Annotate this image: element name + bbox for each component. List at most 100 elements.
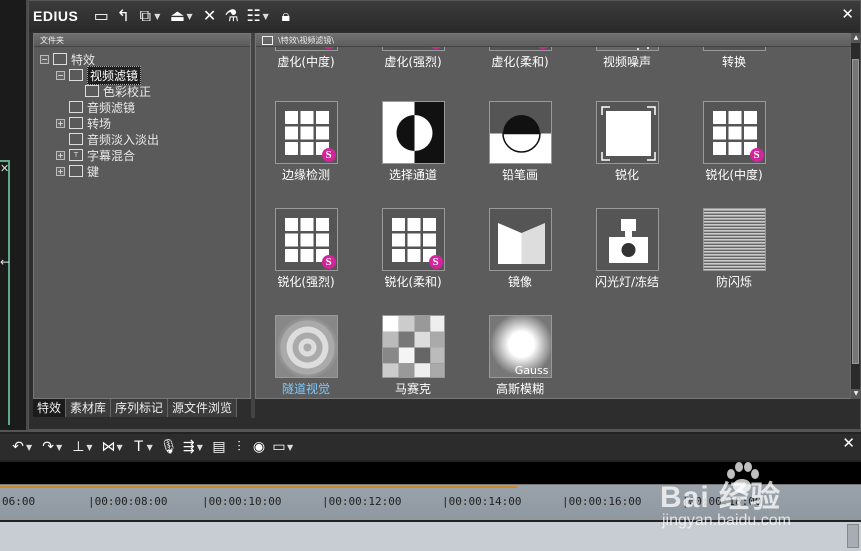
effect-thumbnail[interactable]: S — [381, 208, 445, 271]
tree-item[interactable]: + 键 — [56, 163, 99, 179]
effect-label: 转换 — [721, 55, 746, 69]
effect-label: 虚化(柔和) — [491, 55, 549, 69]
effect-item[interactable]: S 锐化(强烈) — [256, 208, 356, 290]
effect-label: 视频噪声 — [602, 55, 651, 69]
view-mode-icon[interactable]: ☷ — [243, 1, 265, 31]
effect-label: 铅笔画 — [501, 168, 538, 182]
chevron-down-icon[interactable]: ▼ — [26, 443, 32, 452]
baidu-watermark: Bai 经验 jingyan.baidu.com — [660, 460, 850, 540]
effect-item[interactable]: 隧道视觉 — [256, 315, 356, 397]
effect-label: 锐化(强烈) — [277, 275, 335, 289]
add-to-timeline-icon[interactable]: ⏏ — [166, 1, 188, 31]
chevron-down-icon[interactable]: ▼ — [263, 12, 269, 21]
effect-thumbnail[interactable]: Gauss — [488, 315, 552, 378]
tree-item[interactable]: 音频滤镜 — [56, 99, 135, 115]
render-icon[interactable]: ⇶ — [179, 434, 199, 460]
effect-item[interactable]: 防闪烁 — [684, 208, 784, 290]
effect-thumbnail[interactable] — [488, 208, 552, 271]
folder-tree-pane: 文件夹 − 特效 − 视频滤镜 色彩校正 音频滤镜 + 转场 音频淡入淡出 + T 字幕混合 + 键 — [33, 33, 251, 399]
title-icon[interactable]: T — [129, 434, 149, 460]
arrow-left-icon[interactable]: ← — [0, 255, 10, 269]
mixer-icon[interactable]: ⫶ — [229, 434, 249, 460]
effect-item[interactable]: 马赛克 — [363, 315, 463, 397]
effect-item[interactable]: 锐化 — [577, 101, 677, 183]
effect-item[interactable]: 镜像 — [470, 208, 570, 290]
collapse-icon[interactable]: − — [56, 70, 65, 80]
effect-label: 马赛克 — [394, 382, 431, 396]
chevron-down-icon[interactable]: ▼ — [154, 12, 160, 21]
effect-thumbnail[interactable]: S — [274, 101, 338, 164]
effect-properties-icon[interactable]: ⚗ — [221, 1, 243, 31]
chevron-down-icon[interactable]: ▼ — [186, 12, 192, 21]
effect-thumbnail[interactable] — [274, 315, 338, 378]
sequence-icon[interactable]: ▤ — [209, 434, 229, 460]
microphone-icon[interactable]: 🎙︎ — [159, 434, 179, 460]
effect-item[interactable]: 闪光灯/冻结 — [577, 208, 677, 290]
chevron-down-icon[interactable]: ▼ — [116, 443, 122, 452]
delete-icon[interactable]: ✕ — [199, 1, 221, 31]
content-scrollbar[interactable]: ▲ ▼ — [850, 33, 861, 399]
effect-label: 高斯模糊 — [495, 382, 544, 396]
effect-item[interactable]: S 锐化(柔和) — [363, 208, 463, 290]
effect-item[interactable]: Gauss 高斯模糊 — [470, 315, 570, 397]
tree-item[interactable]: 音频淡入淡出 — [56, 131, 159, 147]
color-icon[interactable]: ◉ — [249, 434, 269, 460]
left-partial-panel: ✕ ← — [0, 0, 28, 430]
chevron-down-icon[interactable]: ▼ — [287, 443, 293, 452]
effect-label: 锐化 — [614, 168, 639, 182]
scrollbar-thumb[interactable] — [852, 59, 859, 364]
scroll-up-icon[interactable]: ▲ — [851, 33, 861, 43]
redo-icon[interactable]: ↷ — [38, 434, 58, 460]
folder-icon — [69, 117, 83, 129]
up-folder-icon[interactable]: ↰ — [112, 1, 134, 31]
effect-thumbnail[interactable] — [381, 101, 445, 164]
tab-3[interactable]: 源文件浏览 — [168, 399, 238, 417]
chevron-down-icon[interactable]: ▼ — [56, 443, 62, 452]
chevron-down-icon[interactable]: ▼ — [86, 443, 92, 452]
tree-item-label: 音频淡入淡出 — [87, 132, 160, 147]
close-icon[interactable]: ✕ — [0, 162, 9, 176]
expand-icon[interactable]: + — [56, 166, 65, 176]
tab-1[interactable]: 素材库 — [66, 399, 112, 417]
tree-item-label: 音频滤镜 — [87, 100, 136, 115]
tab-2[interactable]: 序列标记 — [111, 399, 169, 417]
scroll-down-icon[interactable]: ▼ — [851, 389, 861, 399]
chevron-down-icon[interactable]: ▼ — [197, 443, 203, 452]
lock-icon[interactable]: 🔒︎ — [275, 1, 297, 31]
collapse-icon[interactable]: − — [40, 54, 49, 64]
layout-icon[interactable]: ▭ — [269, 434, 289, 460]
s-badge-icon: S — [749, 148, 764, 162]
effect-thumbnail[interactable] — [595, 101, 659, 164]
folder-icon — [85, 85, 99, 97]
tree-item[interactable]: 色彩校正 — [72, 83, 151, 99]
expand-icon[interactable]: + — [56, 150, 65, 160]
tree-item[interactable]: − 视频滤镜 — [56, 65, 142, 85]
folder-icon[interactable]: ▭ — [90, 1, 112, 31]
ripple-icon[interactable]: ⋈ — [98, 434, 118, 460]
effect-item[interactable]: 选择通道 — [363, 101, 463, 183]
effect-thumbnail[interactable]: S — [274, 208, 338, 271]
effect-item[interactable]: S 锐化(中度) — [684, 101, 784, 183]
close-timeline-button[interactable]: ✕ — [842, 434, 855, 452]
undo-icon[interactable]: ↶ — [8, 434, 28, 460]
tree-item-label: 色彩校正 — [103, 84, 152, 99]
effect-thumbnail[interactable] — [488, 101, 552, 164]
effect-thumbnail[interactable]: S — [702, 101, 766, 164]
chevron-down-icon[interactable]: ▼ — [147, 443, 153, 452]
ruler-tick-label: |00:00:16:00 — [562, 495, 642, 508]
effect-item[interactable]: S 边缘检测 — [256, 101, 356, 183]
effect-label: 虚化(中度) — [277, 55, 335, 69]
effect-label: 隧道视觉 — [281, 382, 330, 396]
effect-item[interactable]: 铅笔画 — [470, 101, 570, 183]
expand-icon[interactable]: + — [56, 118, 65, 128]
tree-item[interactable]: + 转场 — [56, 115, 111, 131]
insert-mode-icon[interactable]: ⊥ — [68, 434, 88, 460]
copy-folder-icon[interactable]: ⧉ — [134, 1, 156, 31]
effect-label: 锐化(柔和) — [384, 275, 442, 289]
effect-thumbnail[interactable] — [595, 208, 659, 271]
effect-thumbnail[interactable] — [381, 315, 445, 378]
effect-thumbnail[interactable] — [702, 208, 766, 271]
tree-item[interactable]: + T 字幕混合 — [56, 147, 135, 163]
tab-0[interactable]: 特效 — [33, 399, 67, 417]
close-window-button[interactable]: ✕ — [841, 5, 854, 23]
